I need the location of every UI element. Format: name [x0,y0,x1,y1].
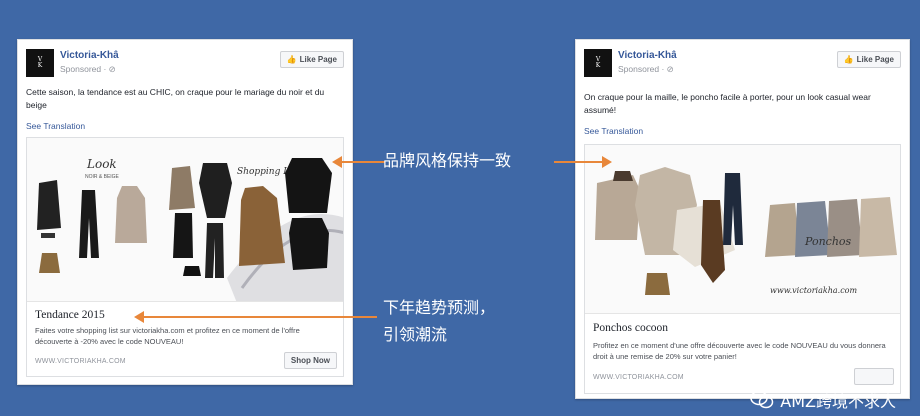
post-header: VK Victoria-Khâ Sponsored · ⊘ 👍 Like Pag… [26,49,344,81]
left-arrow-brand [332,156,385,168]
ad-image[interactable]: Look NOIR & BEIGE Shopping List [27,138,343,303]
ad-description: Faites votre shopping list sur victoriak… [35,326,300,346]
like-page-label: Like Page [299,55,337,64]
post-header: VK Victoria-Khâ Sponsored · ⊘ 👍 Like Pag… [584,49,901,81]
page-avatar[interactable]: VK [26,49,54,77]
site-label: www.victoriakha.com [770,286,857,295]
ad-description: Profitez en ce moment d'une offre découv… [593,341,886,361]
ponchos-label: Ponchos [804,235,852,248]
post-text: Cette saison, la tendance est au CHIC, o… [26,87,325,110]
thumbs-up-icon: 👍 [843,55,854,64]
see-translation-link[interactable]: See Translation [26,121,85,131]
facebook-ad-card-left: VK Victoria-Khâ Sponsored · ⊘ 👍 Like Pag… [17,39,353,385]
like-page-button[interactable]: 👍 Like Page [836,51,901,68]
like-page-button[interactable]: 👍 Like Page [279,51,344,68]
ad-link-preview[interactable]: Look NOIR & BEIGE Shopping List Tendance… [26,137,344,377]
look-sub-label: NOIR & BEIGE [85,174,120,180]
poncho-collage-image: Ponchos www.victoriakha.com [585,145,900,315]
facebook-ad-card-right: VK Victoria-Khâ Sponsored · ⊘ 👍 Like Pag… [575,39,910,399]
sponsored-label: Sponsored · ⊘ [618,64,674,74]
ad-domain[interactable]: WWW.VICTORIAKHA.COM [593,374,684,381]
ad-domain[interactable]: WWW.VICTORIAKHA.COM [35,358,126,365]
look-label: Look [86,157,117,171]
see-translation-link[interactable]: See Translation [584,126,643,136]
ad-info-section[interactable]: Ponchos cocoon Profitez en ce moment d'u… [585,313,900,393]
shop-now-label: Shop Now [290,356,330,365]
watermark-text: AMZ跨境不求人 [780,392,896,411]
brand-logo-icon: VK [595,56,601,69]
shop-now-button[interactable]: Shop Now [283,352,337,369]
wechat-icon [750,390,774,409]
page-name-link[interactable]: Victoria-Khâ [618,50,677,61]
page-avatar[interactable]: VK [584,49,612,77]
ad-image[interactable]: Ponchos www.victoriakha.com [585,145,900,315]
ad-link-preview[interactable]: Ponchos www.victoriakha.com Ponchos coco… [584,144,901,394]
trend-annotation-line1: 下年趋势预测， [383,298,496,317]
brand-logo-icon: VK [37,56,43,69]
trend-annotation-line2: 引领潮流 [383,325,448,344]
brand-style-annotation: 品牌风格保持一致 [383,151,512,170]
like-page-label: Like Page [856,55,894,64]
sponsored-label: Sponsored · ⊘ [60,64,116,74]
right-arrow-brand [554,156,612,168]
left-arrow-trend [134,311,377,323]
ad-headline[interactable]: Ponchos cocoon [593,322,668,334]
watermark: AMZ跨境不求人 [750,388,896,412]
page-name-link[interactable]: Victoria-Khâ [60,50,119,61]
clothing-collage-image: Look NOIR & BEIGE Shopping List [27,138,343,303]
ad-headline[interactable]: Tendance 2015 [35,309,105,321]
thumbs-up-icon: 👍 [286,55,297,64]
post-text: On craque pour la maille, le poncho faci… [584,92,871,115]
cta-button[interactable] [854,368,894,385]
